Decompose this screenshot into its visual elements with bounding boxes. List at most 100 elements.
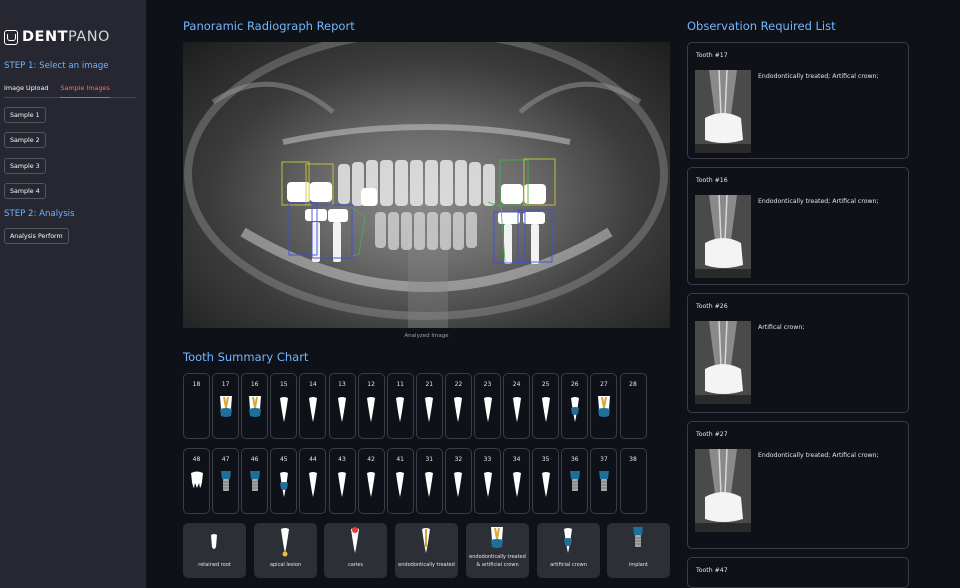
tab-image-upload[interactable]: Image Upload xyxy=(4,83,48,98)
tooth-cell-18: 18 xyxy=(183,373,210,439)
legend-label: apical lesion xyxy=(269,562,302,568)
tooth-implant-icon xyxy=(242,471,267,501)
legend-label: endodontically treated xyxy=(398,562,455,568)
analysis-perform-button[interactable]: Analysis Perform xyxy=(4,228,69,244)
legend-label: implant xyxy=(628,562,649,568)
tooth-normal-icon xyxy=(533,471,558,501)
tooth-number: 35 xyxy=(541,456,550,463)
tooth-normal-icon xyxy=(417,396,442,426)
tooth-cell-21: 21 xyxy=(415,373,443,439)
tooth-cell-17: 17 xyxy=(212,373,240,439)
tooth-number: 36 xyxy=(570,456,579,463)
tooth-number: 44 xyxy=(309,456,317,463)
tooth-normal-icon xyxy=(504,471,529,501)
tooth-number: 48 xyxy=(192,456,201,463)
tooth-normal-icon xyxy=(300,396,325,426)
palate xyxy=(282,124,571,145)
legend-caries: caries xyxy=(324,523,387,578)
observation-card: Tooth #26 Artifical crown; xyxy=(687,293,909,413)
tooth-normal-icon xyxy=(417,471,442,501)
tooth-endo_crown-icon xyxy=(213,396,238,426)
step2-heading: STEP 2: Analysis xyxy=(4,209,75,219)
tooth-normal_molar-icon xyxy=(184,471,209,501)
legend-endo: endodontically treated xyxy=(395,523,458,578)
tooth-cell-38: 38 xyxy=(619,448,647,514)
app-logo: DENTPANO xyxy=(4,28,110,46)
tooth-number: 26 xyxy=(570,381,579,388)
tooth-number: 16 xyxy=(250,381,259,388)
tooth-crown-icon xyxy=(271,471,296,501)
tooth-cell-31: 31 xyxy=(415,448,443,514)
tooth-crown-icon xyxy=(562,396,587,426)
legend-apical: apical lesion xyxy=(254,523,317,578)
observation-card: Tooth #16 Endodontically treated; Artific… xyxy=(687,167,909,285)
tooth-number: 14 xyxy=(309,381,317,388)
tooth-number: 38 xyxy=(629,456,637,463)
tooth-cell-15: 15 xyxy=(270,373,298,439)
tooth-number: 24 xyxy=(512,381,521,388)
observation-tooth: Tooth #47 xyxy=(696,567,728,574)
observation-finding: Artifical crown; xyxy=(758,324,805,331)
tooth-number: 32 xyxy=(454,456,463,463)
image-source-tabs: Image Upload Sample Images xyxy=(4,83,136,98)
sample-1-button[interactable]: Sample 1 xyxy=(4,107,46,123)
observation-finding: Endodontically treated; Artifical crown; xyxy=(758,198,879,205)
tooth-endo_crown-icon xyxy=(591,396,616,426)
tooth-cell-24: 24 xyxy=(503,373,531,439)
tooth-number: 33 xyxy=(483,456,492,463)
tooth-number: 42 xyxy=(367,456,375,463)
legend-label: endodontically treated & artificial crow… xyxy=(469,554,526,568)
legend-crown: artificial crown xyxy=(537,523,600,578)
observation-finding: Endodontically treated; Artifical crown; xyxy=(758,73,879,80)
tooth-cell-14: 14 xyxy=(299,373,327,439)
tooth-cell-33: 33 xyxy=(474,448,501,514)
tooth-number: 34 xyxy=(512,456,521,463)
tooth-normal-icon xyxy=(359,471,384,501)
tooth-normal-icon xyxy=(533,396,558,426)
tooth-normal-icon xyxy=(330,396,355,426)
sample-2-button[interactable]: Sample 2 xyxy=(4,132,46,148)
legend-retained: retained root xyxy=(183,523,246,578)
tooth-cell-28: 28 xyxy=(619,373,647,439)
tooth-cell-41: 41 xyxy=(386,448,414,514)
tooth-number: 13 xyxy=(338,381,346,388)
tooth-cell-11: 11 xyxy=(386,373,414,439)
tooth-number: 21 xyxy=(425,381,434,388)
tooth-cell-22: 22 xyxy=(444,373,472,439)
tooth-xray-crop xyxy=(695,194,751,278)
tooth-cell-35: 35 xyxy=(532,448,560,514)
legend-label: retained root xyxy=(198,562,231,568)
tooth-number: 28 xyxy=(629,381,637,388)
sample-4-button[interactable]: Sample 4 xyxy=(4,183,46,199)
tooth-normal-icon xyxy=(359,396,384,426)
tooth-implant-icon xyxy=(562,471,587,501)
tooth-number: 47 xyxy=(221,456,230,463)
tooth-cell-45: 45 xyxy=(270,448,298,514)
tooth-normal-icon xyxy=(475,396,500,426)
tooth-number: 46 xyxy=(250,456,259,463)
sample-3-button[interactable]: Sample 3 xyxy=(4,158,46,174)
tooth-xray-crop xyxy=(695,69,751,153)
panoramic-radiograph-image xyxy=(183,42,670,328)
tooth-cell-16: 16 xyxy=(241,373,269,439)
tab-sample-images[interactable]: Sample Images xyxy=(60,83,110,98)
tooth-normal-icon xyxy=(475,471,500,501)
observation-card: Tooth #27 Endodontically treated; Artific… xyxy=(687,421,909,549)
tooth-cell-43: 43 xyxy=(328,448,356,514)
observation-tooth: Tooth #16 xyxy=(696,177,728,184)
tooth-normal-icon xyxy=(271,396,296,426)
tooth-implant-icon xyxy=(591,471,616,501)
tooth-cell-12: 12 xyxy=(357,373,385,439)
tooth-cell-37: 37 xyxy=(590,448,618,514)
tooth-number: 15 xyxy=(279,381,288,388)
tooth-number: 12 xyxy=(367,381,375,388)
tooth-cell-34: 34 xyxy=(503,448,531,514)
legend-label: artificial crown xyxy=(550,562,587,568)
tooth-number: 25 xyxy=(541,381,550,388)
tooth-number: 27 xyxy=(600,381,608,388)
legend-implant: implant xyxy=(607,523,670,578)
legend-label: caries xyxy=(348,562,363,568)
legend-crown-icon xyxy=(564,528,572,553)
tooth-number: 17 xyxy=(221,381,230,388)
sidebar: DENTPANO STEP 1: Select an image Image U… xyxy=(0,0,146,588)
